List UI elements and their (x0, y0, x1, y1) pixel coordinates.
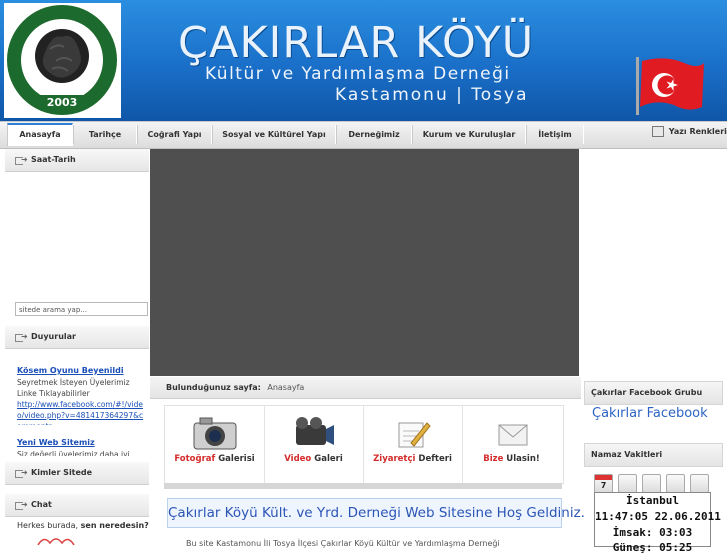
news-item-text: Siz değerli üyelerimiz daha iyi (17, 450, 130, 456)
welcome-text: Bu site Kastamonu İli Tosya İlçesi Çakır… (186, 539, 500, 548)
news-item-text: Seyretmek İsteyen Üyelerimiz Linke Tıkla… (17, 377, 147, 425)
clock-box-header: ➜ Saat-Tarih (5, 149, 149, 172)
quick-links: Fotoğraf Galerisi Video Galeri Ziyaretçi… (164, 405, 564, 484)
camera-icon (193, 417, 237, 450)
news-item-link[interactable]: http://www.facebook.com/#!/video/video.p… (17, 400, 143, 425)
site-search-input[interactable]: sitede arama yap... (15, 302, 148, 316)
facebook-box-header: Çakırlar Facebook Grubu (584, 381, 723, 405)
photo-gallery-label: Fotoğraf Galerisi (174, 454, 255, 464)
envelope-icon (498, 424, 528, 446)
breadcrumb-current[interactable]: Anasayfa (267, 383, 304, 392)
prayer-datetime: 11:47:05 22.06.2011 (595, 510, 721, 523)
online-users-title: Kimler Sitede (31, 468, 93, 477)
video-gallery-label: Video Galeri (284, 454, 343, 464)
guestbook-label: Ziyaretçi Defteri (373, 454, 452, 464)
site-subtitle: Kültür ve Yardımlaşma Derneği (205, 64, 511, 84)
chat-prompt: Herkes burada, sen neredesin? (17, 521, 149, 530)
nav-tarihce[interactable]: Tarihçe (73, 125, 137, 144)
announcements-header: ➜ Duyurular (5, 326, 149, 349)
contact-tile[interactable]: Bize Ulasin! (462, 406, 561, 483)
nav-cografi-yapi[interactable]: Coğrafi Yapı (137, 125, 212, 144)
mosque-icon[interactable] (690, 474, 709, 493)
slideshow-area[interactable] (150, 149, 579, 376)
gunes-row: Güneş: 05:25 (612, 541, 693, 554)
site-title: ÇAKIRLAR KÖYÜ (178, 18, 535, 68)
main-navigation: Anasayfa Tarihçe Coğrafi Yapı Sosyal ve … (0, 121, 727, 149)
breadcrumb-label: Bulunduğunuz sayfa: (166, 383, 261, 392)
nav-kurum-kuruluslar[interactable]: Kurum ve Kuruluşlar (412, 125, 526, 144)
news-item-title[interactable]: Kösem Oyunu Beyenildi (17, 366, 124, 375)
clock-box-title: Saat-Tarih (31, 155, 76, 164)
calendar-icon[interactable]: 7 (594, 474, 613, 493)
nav-anasayfa[interactable]: Anasayfa (7, 123, 73, 146)
video-camera-icon (296, 417, 334, 445)
clock-icon[interactable] (666, 474, 685, 493)
video-gallery-tile[interactable]: Video Galeri (264, 406, 364, 483)
association-logo[interactable]: 2003 (4, 3, 121, 118)
facebook-box-title: Çakırlar Facebook Grubu (591, 388, 703, 397)
breadcrumb: Bulunduğunuz sayfa: Anasayfa (150, 377, 581, 399)
announcements-title: Duyurular (31, 332, 76, 341)
prayer-tools: 7 (594, 474, 709, 493)
globe-icon[interactable] (618, 474, 637, 493)
photo-gallery-tile[interactable]: Fotoğraf Galerisi (165, 406, 265, 483)
chat-decoration-icon (36, 535, 76, 546)
prayer-times-header: Namaz Vakitleri (584, 443, 723, 467)
text-colors-link[interactable]: Yazı Renkleri (652, 126, 727, 137)
prayer-times-panel: İstanbul 11:47:05 22.06.2011 İmsak: 03:0… (594, 492, 721, 554)
chat-title: Chat (31, 500, 52, 509)
news-item-title[interactable]: Yeni Web Sitemiz (17, 438, 95, 447)
online-users-header: ➜ Kimler Sitede (5, 462, 149, 485)
divider (164, 483, 562, 489)
nav-dernegimiz[interactable]: Derneğimiz (336, 125, 412, 144)
welcome-banner: Çakırlar Köyü Kült. ve Yrd. Derneği Web … (167, 498, 585, 528)
site-location: Kastamonu | Tosya (335, 85, 529, 105)
printer-icon (652, 126, 664, 137)
imsak-row: İmsak: 03:03 (612, 526, 693, 539)
guestbook-tile[interactable]: Ziyaretçi Defteri (363, 406, 463, 483)
site-header: 2003 ÇAKIRLAR KÖYÜ Kültür ve Yardımlaşma… (0, 0, 727, 121)
text-colors-label: Yazı Renkleri (668, 127, 727, 136)
prayer-city: İstanbul (626, 494, 679, 507)
nav-iletisim[interactable]: İletişim (526, 125, 584, 144)
turkish-flag-icon (636, 55, 708, 115)
guestbook-icon (398, 422, 431, 448)
prayer-times-title: Namaz Vakitleri (591, 450, 663, 459)
contact-label: Bize Ulasin! (483, 454, 540, 464)
nav-sosyal-kulturel[interactable]: Sosyal ve Kültürel Yapı (212, 125, 336, 144)
search-icon[interactable] (642, 474, 661, 493)
chat-header: ➜ Chat (5, 494, 149, 517)
logo-year: 2003 (47, 96, 78, 109)
facebook-group-link[interactable]: Çakırlar Facebook (592, 406, 708, 421)
